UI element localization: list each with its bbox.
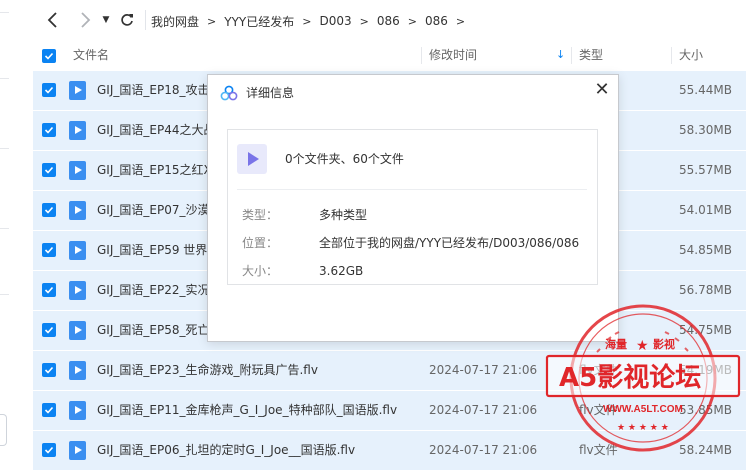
file-modified-time: 2024-07-17 21:06: [429, 403, 538, 417]
toolbar-divider: [145, 10, 146, 30]
file-size: 54.01MB: [679, 203, 732, 217]
file-size: 54.85MB: [679, 243, 732, 257]
table-row[interactable]: GIJ_国语_EP23_生命游戏_附玩具广告.flv 2024-07-17 21:…: [33, 351, 746, 391]
row-checkbox[interactable]: [42, 323, 56, 337]
file-name: GIJ_国语_EP18_攻击: [97, 83, 210, 97]
row-checkbox[interactable]: [42, 203, 56, 217]
dialog-title: 详细信息: [246, 86, 295, 100]
file-name: GIJ_国语_EP15之红X: [97, 163, 212, 177]
chevron-right-icon: >: [359, 14, 369, 28]
sidebar-handle[interactable]: [0, 414, 7, 446]
file-size: 58.24MB: [679, 443, 732, 457]
file-name: GIJ_国语_EP59 世界: [97, 243, 208, 257]
row-checkbox[interactable]: [42, 243, 56, 257]
file-name: GIJ_国语_EP58_死亡: [97, 323, 210, 337]
file-size: 55.57MB: [679, 163, 732, 177]
file-size: 54.19MB: [679, 363, 732, 377]
history-dropdown-icon[interactable]: ▼: [99, 10, 113, 30]
selection-summary: 0个文件夹、60个文件: [285, 152, 404, 166]
video-file-icon: [69, 401, 86, 420]
breadcrumb-item[interactable]: 我的网盘: [151, 13, 199, 30]
row-checkbox[interactable]: [42, 283, 56, 297]
details-dialog: 详细信息 ✕ 0个文件夹、60个文件 类型： 多种类型 位置： 全部位于我的网盘…: [207, 74, 619, 342]
sidebar-divider: [0, 12, 9, 13]
breadcrumb: 我的网盘 > YYY已经发布 > D003 > 086 > 086 >: [151, 12, 473, 30]
breadcrumb-item[interactable]: 086: [425, 14, 448, 28]
forward-icon[interactable]: [75, 10, 95, 30]
type-label: 类型：: [242, 208, 279, 222]
table-header: 文件名 修改时间 ↓ 类型 大小: [33, 40, 746, 72]
breadcrumb-item[interactable]: D003: [319, 14, 351, 28]
sidebar-divider: [0, 148, 9, 149]
toolbar: ▼ 我的网盘 > YYY已经发布 > D003 > 086 > 086 >: [33, 0, 746, 40]
size-label: 大小：: [242, 264, 279, 278]
file-name: GIJ_国语_EP07_沙漠: [97, 203, 210, 217]
video-file-icon: [69, 121, 86, 140]
type-value: 多种类型: [319, 208, 368, 222]
breadcrumb-item[interactable]: YYY已经发布: [224, 13, 294, 30]
details-panel: 0个文件夹、60个文件 类型： 多种类型 位置： 全部位于我的网盘/YYY已经发…: [227, 129, 598, 285]
size-value: 3.62GB: [319, 264, 364, 278]
file-size: 54.75MB: [679, 323, 732, 337]
row-checkbox[interactable]: [42, 403, 56, 417]
row-checkbox[interactable]: [42, 83, 56, 97]
breadcrumb-item[interactable]: 086: [377, 14, 400, 28]
file-type: flv文件: [579, 443, 618, 457]
video-file-icon: [69, 361, 86, 380]
file-type: flv文件: [579, 363, 618, 377]
video-file-icon: [69, 81, 86, 100]
file-name: GIJ_国语_EP23_生命游戏_附玩具广告.flv: [97, 363, 318, 377]
chevron-right-icon[interactable]: >: [456, 15, 465, 28]
file-modified-time: 2024-07-17 21:06: [429, 363, 538, 377]
left-sidebar-edge: [0, 0, 34, 462]
column-header-size[interactable]: 大小: [679, 40, 703, 71]
video-file-icon: [69, 161, 86, 180]
video-file-icon: [69, 201, 86, 220]
row-checkbox[interactable]: [42, 443, 56, 457]
column-divider[interactable]: [571, 47, 572, 64]
video-file-icon: [69, 441, 86, 460]
location-label: 位置：: [242, 236, 279, 250]
file-name: GIJ_国语_EP22_实况: [97, 283, 210, 297]
column-header-modified[interactable]: 修改时间: [429, 40, 477, 71]
file-name: GIJ_国语_EP06_扎坦的定时G_I_Joe__国语版.flv: [97, 443, 356, 457]
sidebar-divider: [0, 294, 9, 295]
file-name: GIJ_国语_EP11_金库枪声_G_I_Joe_特种部队_国语版.flv: [97, 403, 398, 417]
cloud-logo-icon: [220, 85, 238, 101]
file-type: flv文件: [579, 403, 618, 417]
table-row[interactable]: GIJ_国语_EP11_金库枪声_G_I_Joe_特种部队_国语版.flv 202…: [33, 391, 746, 431]
file-size: 56.78MB: [679, 283, 732, 297]
sort-down-icon[interactable]: ↓: [556, 48, 565, 61]
sidebar-divider: [0, 228, 9, 229]
row-checkbox[interactable]: [42, 163, 56, 177]
video-file-icon: [69, 241, 86, 260]
chevron-right-icon: >: [302, 14, 312, 28]
table-row[interactable]: GIJ_国语_EP06_扎坦的定时G_I_Joe__国语版.flv 2024-07…: [33, 431, 746, 471]
column-header-type[interactable]: 类型: [579, 40, 603, 71]
divider: [237, 189, 587, 190]
file-name: GIJ_国语_EP44之大战: [97, 123, 216, 137]
row-checkbox[interactable]: [42, 363, 56, 377]
close-icon[interactable]: ✕: [592, 80, 612, 100]
video-file-icon: [69, 281, 86, 300]
column-divider[interactable]: [671, 47, 672, 64]
refresh-icon[interactable]: [117, 10, 137, 30]
file-size: 53.85MB: [679, 403, 732, 417]
chevron-right-icon: >: [207, 14, 217, 28]
back-icon[interactable]: [43, 10, 63, 30]
location-value: 全部位于我的网盘/YYY已经发布/D003/086/086: [319, 236, 580, 250]
file-size: 58.30MB: [679, 123, 732, 137]
select-all-checkbox[interactable]: [42, 49, 56, 63]
video-file-icon: [237, 144, 267, 174]
row-checkbox[interactable]: [42, 123, 56, 137]
chevron-right-icon: >: [407, 14, 417, 28]
column-header-name[interactable]: 文件名: [73, 40, 109, 71]
file-size: 55.44MB: [679, 83, 732, 97]
column-divider[interactable]: [421, 47, 422, 64]
file-modified-time: 2024-07-17 21:06: [429, 443, 538, 457]
video-file-icon: [69, 321, 86, 340]
sidebar-divider: [0, 78, 9, 79]
